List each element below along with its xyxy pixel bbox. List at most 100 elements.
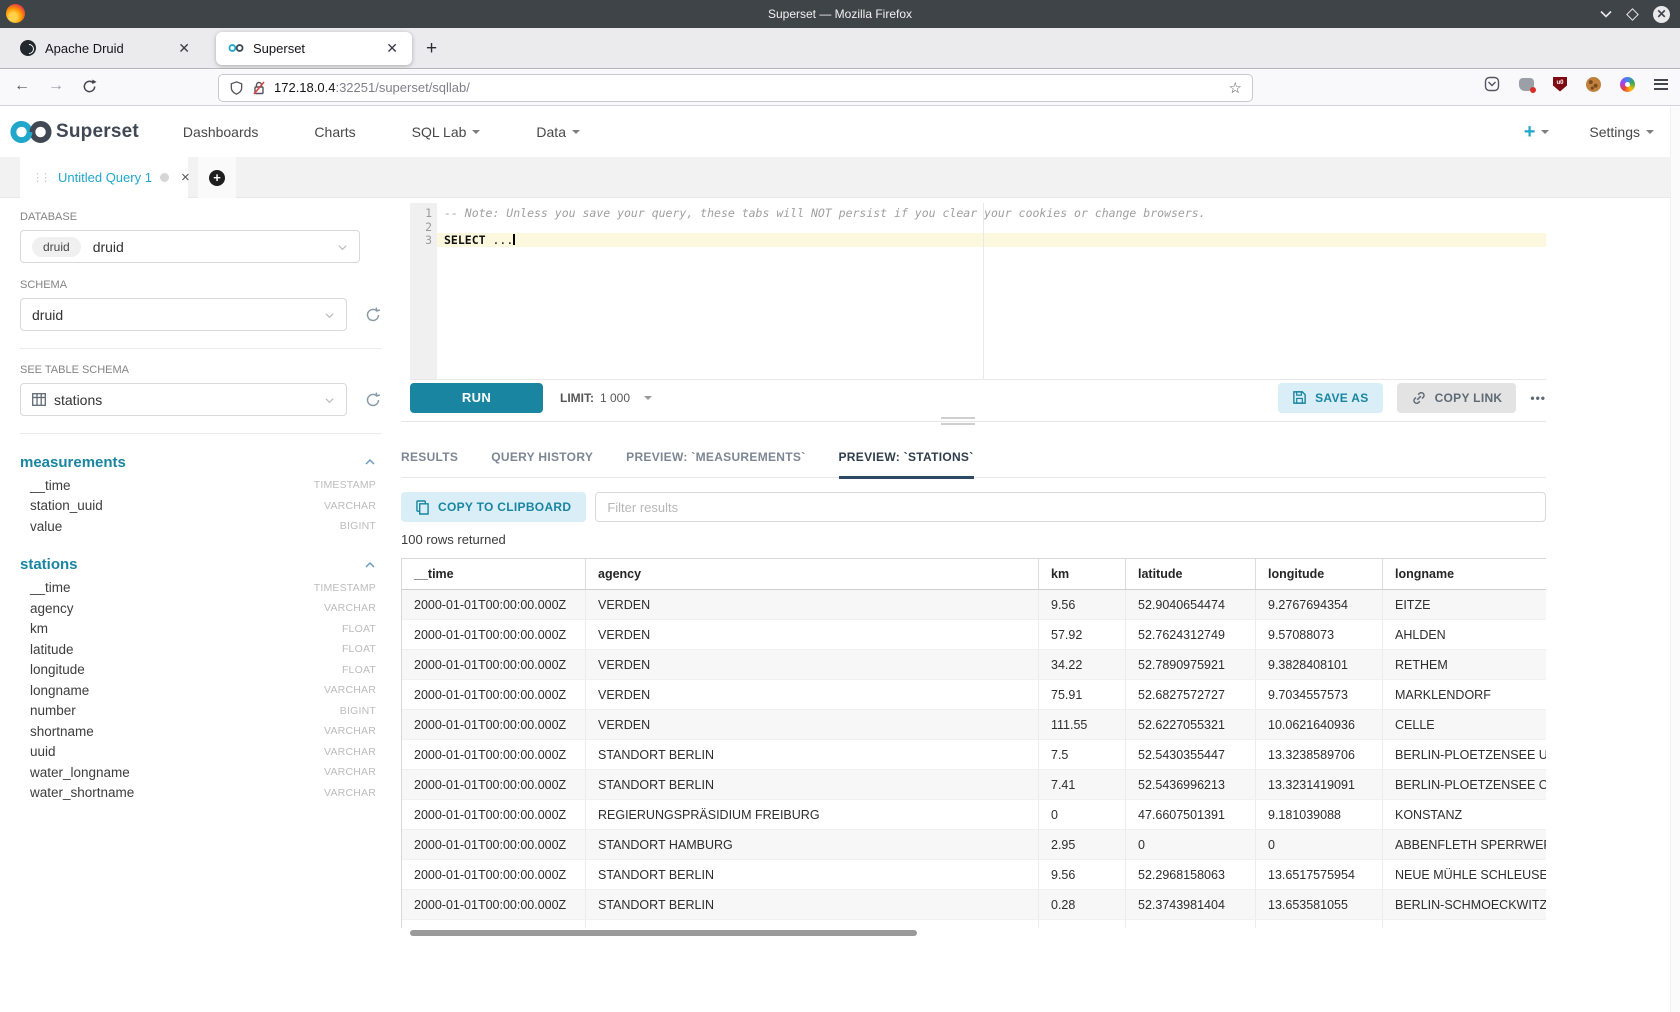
tab-query-history[interactable]: QUERY HISTORY bbox=[491, 437, 593, 478]
url-host: 172.18.0.4 bbox=[274, 80, 335, 95]
column-header-latitude[interactable]: latitude bbox=[1126, 559, 1256, 589]
table-cell: 9.181039088 bbox=[1256, 800, 1383, 829]
refresh-schemas-icon[interactable] bbox=[364, 306, 382, 324]
query-tab-active[interactable]: ⋮⋮ Untitled Query 1 × bbox=[20, 157, 188, 198]
database-select[interactable]: druid druid bbox=[20, 230, 360, 263]
tab-close-icon[interactable]: ✕ bbox=[384, 40, 400, 57]
pane-splitter[interactable] bbox=[401, 421, 1546, 422]
refresh-tables-icon[interactable] bbox=[364, 391, 382, 409]
add-new-button[interactable]: + bbox=[1524, 121, 1550, 144]
bookmark-star-icon[interactable]: ☆ bbox=[1229, 79, 1242, 97]
table-cell: 2000-01-01T00:00:00.000Z bbox=[402, 710, 586, 739]
run-button[interactable]: RUN bbox=[410, 383, 543, 413]
shield-icon[interactable] bbox=[229, 80, 244, 96]
table-cell: 2000-01-01T00:00:00.000Z bbox=[402, 770, 586, 799]
window-title: Superset — Mozilla Firefox bbox=[0, 7, 1680, 21]
maximize-icon[interactable] bbox=[1626, 8, 1639, 21]
column-type: FLOAT bbox=[342, 664, 376, 676]
column-row: __time TIMESTAMP bbox=[30, 578, 376, 599]
query-tab-close-icon[interactable]: × bbox=[181, 169, 190, 186]
save-as-button[interactable]: SAVE AS bbox=[1278, 383, 1382, 413]
query-tab-bar: ⋮⋮ Untitled Query 1 × + bbox=[0, 157, 1680, 198]
table-cell: 2000-01-01T00:00:00.000Z bbox=[402, 830, 586, 859]
ublock-shield-icon[interactable]: u0 bbox=[1553, 77, 1567, 92]
schema-table-header[interactable]: stations bbox=[20, 552, 376, 578]
tab-preview-measurements[interactable]: PREVIEW: `MEASUREMENTS` bbox=[626, 437, 805, 478]
copy-link-button[interactable]: COPY LINK bbox=[1397, 383, 1517, 413]
forward-button[interactable]: → bbox=[48, 77, 64, 95]
back-button[interactable]: ← bbox=[14, 77, 30, 95]
window-titlebar: Superset — Mozilla Firefox ✕ bbox=[0, 0, 1680, 28]
column-name: shortname bbox=[30, 724, 94, 739]
table-row: 2000-01-01T00:00:00.000ZSTANDORT BERLIN7… bbox=[402, 770, 1546, 800]
vertical-scrollbar-track[interactable] bbox=[1670, 107, 1680, 1012]
tab-close-icon[interactable]: ✕ bbox=[176, 40, 192, 57]
chevron-down-icon bbox=[324, 310, 335, 321]
nav-item-sql-lab[interactable]: SQL Lab bbox=[412, 124, 481, 140]
browser-tab-apache-druid[interactable]: Apache Druid ✕ bbox=[8, 32, 204, 65]
table-cell: 9.2767694354 bbox=[1256, 590, 1383, 619]
window-close-icon[interactable]: ✕ bbox=[1653, 6, 1670, 23]
nav-item-dashboards[interactable]: Dashboards bbox=[183, 124, 259, 140]
table-cell: ABBENFLETH SPERRWERK bbox=[1383, 830, 1546, 859]
insecure-lock-icon[interactable] bbox=[252, 80, 266, 96]
table-cell: STANDORT BERLIN bbox=[586, 770, 1039, 799]
table-row: 2000-01-01T00:00:00.000ZVERDEN57.9252.76… bbox=[402, 620, 1546, 650]
column-header-__time[interactable]: __time bbox=[402, 559, 586, 589]
extension-pinwheel-icon[interactable] bbox=[1620, 77, 1635, 92]
nav-item-charts[interactable]: Charts bbox=[314, 124, 355, 140]
filter-results-input[interactable] bbox=[595, 492, 1546, 522]
cookie-icon[interactable] bbox=[1586, 77, 1601, 92]
splitter-handle-icon[interactable] bbox=[941, 417, 975, 425]
schema-select[interactable]: druid bbox=[20, 298, 347, 331]
pocket-icon[interactable] bbox=[1484, 76, 1500, 92]
new-tab-button[interactable]: + bbox=[426, 39, 437, 58]
table-cell: VERDEN bbox=[586, 620, 1039, 649]
tab-results[interactable]: RESULTS bbox=[401, 437, 458, 478]
collapse-chevron-up-icon[interactable] bbox=[364, 456, 376, 468]
column-type: VARCHAR bbox=[324, 746, 376, 758]
horizontal-scrollbar-thumb[interactable] bbox=[410, 930, 917, 936]
settings-menu[interactable]: Settings bbox=[1589, 124, 1654, 140]
menu-hamburger-icon[interactable] bbox=[1654, 79, 1668, 90]
table-cell: RETHEM bbox=[1383, 650, 1546, 679]
column-name: value bbox=[30, 519, 62, 534]
table-cell: 0 bbox=[1039, 800, 1126, 829]
column-header-longitude[interactable]: longitude bbox=[1256, 559, 1383, 589]
nav-item-data[interactable]: Data bbox=[536, 124, 580, 140]
table-cell: 13.653581055 bbox=[1256, 890, 1383, 919]
column-type: TIMESTAMP bbox=[314, 479, 376, 491]
column-name: __time bbox=[30, 580, 71, 595]
column-header-km[interactable]: km bbox=[1039, 559, 1126, 589]
column-row: valueBIGINT bbox=[30, 516, 376, 537]
table-cell: EITZE bbox=[1383, 590, 1546, 619]
collapse-chevron-up-icon[interactable] bbox=[364, 559, 376, 571]
reload-icon[interactable] bbox=[82, 79, 97, 94]
drag-handle-icon[interactable]: ⋮⋮ bbox=[32, 171, 48, 184]
column-type: FLOAT bbox=[342, 643, 376, 655]
url-bar[interactable]: 172.18.0.4:32251/superset/sqllab/ ☆ bbox=[218, 74, 1253, 102]
tab-preview-stations[interactable]: PREVIEW: `STATIONS` bbox=[839, 437, 974, 478]
minimize-chevron-icon[interactable] bbox=[1600, 10, 1612, 18]
more-options-button[interactable]: ••• bbox=[1530, 391, 1546, 405]
column-header-agency[interactable]: agency bbox=[586, 559, 1039, 589]
results-table-head: __timeagencykmlatitudelongitudelongname bbox=[402, 559, 1546, 590]
column-type: TIMESTAMP bbox=[314, 582, 376, 594]
column-name: number bbox=[30, 703, 76, 718]
sql-editor[interactable]: 1 2 3 -- Note: Unless you save your quer… bbox=[410, 203, 1546, 380]
column-name: latitude bbox=[30, 642, 74, 657]
new-query-tab-button[interactable]: + bbox=[198, 157, 236, 198]
superset-logo[interactable]: Superset bbox=[10, 119, 139, 145]
table-cell: VERDEN bbox=[586, 680, 1039, 709]
column-header-longname[interactable]: longname bbox=[1383, 559, 1546, 589]
container-mask-icon[interactable] bbox=[1519, 78, 1534, 91]
table-cell: 52.7890975921 bbox=[1126, 650, 1256, 679]
schema-table-header[interactable]: measurements bbox=[20, 449, 376, 475]
clipboard-icon bbox=[416, 500, 429, 515]
table-select[interactable]: stations bbox=[20, 383, 347, 416]
table-cell: 52.6227055321 bbox=[1126, 710, 1256, 739]
copy-to-clipboard-button[interactable]: COPY TO CLIPBOARD bbox=[401, 492, 586, 522]
limit-dropdown[interactable]: LIMIT:1 000 bbox=[560, 391, 652, 405]
table-cell: 13.3238589706 bbox=[1256, 740, 1383, 769]
browser-tab-superset[interactable]: Superset ✕ bbox=[216, 32, 412, 65]
